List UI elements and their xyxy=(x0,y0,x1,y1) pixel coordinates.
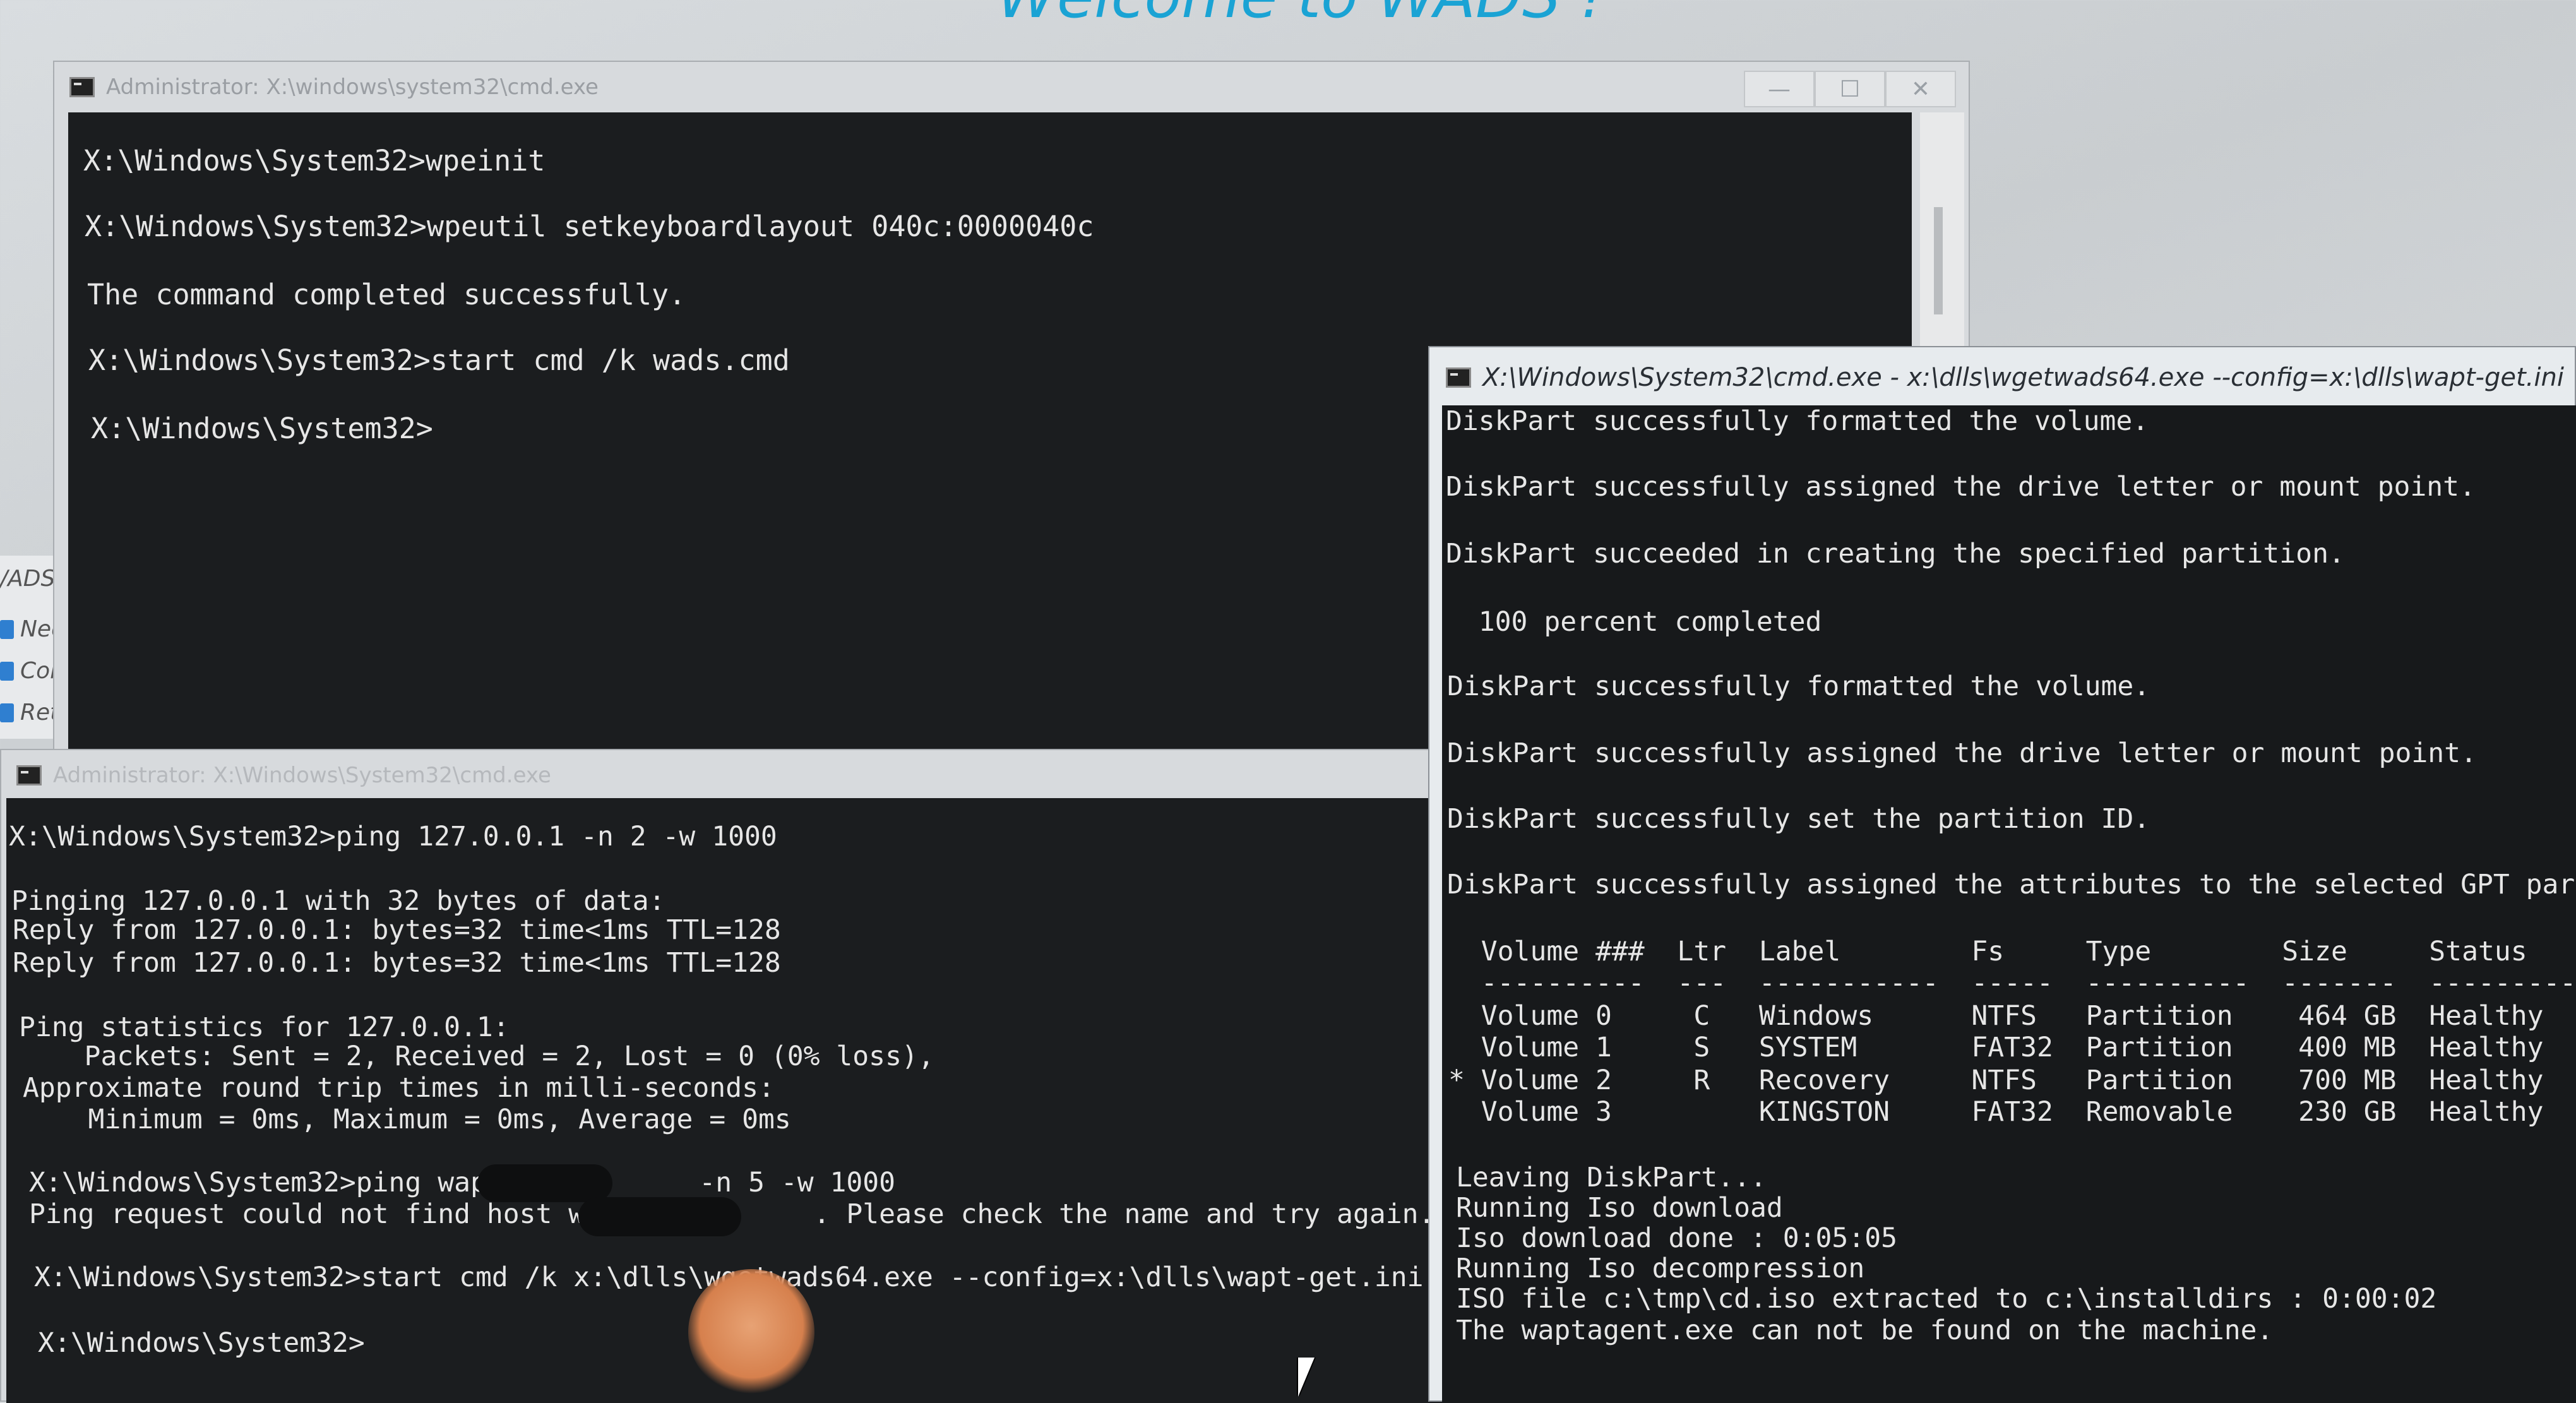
console-line: DiskPart succeeded in creating the speci… xyxy=(1446,538,2345,570)
console-line: The waptagent.exe can not be found on th… xyxy=(1456,1315,2274,1346)
console-line: X:\Windows\System32>wpeinit xyxy=(83,144,546,177)
console-prompt: X:\Windows\System32> xyxy=(91,412,433,445)
volume-table-separator: ---------- --- ----------- ----- -------… xyxy=(1448,967,2576,999)
maximize-button[interactable]: ☐ xyxy=(1815,71,1885,107)
console-line: The command completed successfully. xyxy=(87,278,686,311)
window-title: X:\Windows\System32\cmd.exe - x:\dlls\wg… xyxy=(1482,363,2564,392)
checkbox-checked-icon[interactable] xyxy=(0,661,14,681)
console-line: Iso download done : 0:05:05 xyxy=(1456,1222,1897,1254)
window-title: Administrator: X:\Windows\System32\cmd.e… xyxy=(53,763,551,788)
console-line: Packets: Sent = 2, Received = 2, Lost = … xyxy=(19,1041,934,1072)
console-line: Approximate round trip times in milli-se… xyxy=(23,1072,775,1104)
camera-glare xyxy=(688,1269,814,1395)
console-line: Leaving DiskPart... xyxy=(1456,1162,1767,1193)
console-line: X:\Windows\System32>wpeutil setkeyboardl… xyxy=(85,210,1094,243)
console-prompt: X:\Windows\System32> xyxy=(38,1327,365,1359)
console-line: ISO file c:\tmp\cd.iso extracted to c:\i… xyxy=(1456,1283,2437,1315)
console-line: X:\Windows\System32>start cmd /k wads.cm… xyxy=(88,343,790,377)
window-titlebar[interactable]: Administrator: X:\windows\system32\cmd.e… xyxy=(54,62,1969,112)
minimize-button[interactable]: — xyxy=(1744,71,1815,107)
cmd-app-icon xyxy=(16,765,42,785)
console-line: Running Iso decompression xyxy=(1456,1253,1865,1284)
scrollbar-thumb[interactable] xyxy=(1934,207,1943,314)
window-titlebar[interactable]: X:\Windows\System32\cmd.exe - x:\dlls\wg… xyxy=(1429,347,2575,408)
console-line: DiskPart successfully formatted the volu… xyxy=(1446,405,2149,437)
window-title: Administrator: X:\windows\system32\cmd.e… xyxy=(106,75,599,100)
volume-table-row: Volume 0 C Windows NTFS Partition 464 GB… xyxy=(1448,1000,2544,1032)
console-line: DiskPart successfully assigned the drive… xyxy=(1446,471,2476,503)
console-line: DiskPart successfully assigned the attri… xyxy=(1447,869,2576,900)
window-titlebar[interactable]: Administrator: X:\Windows\System32\cmd.e… xyxy=(1,750,1451,801)
checkbox-checked-icon[interactable] xyxy=(0,619,14,639)
redaction-mark xyxy=(477,1164,612,1202)
volume-table-header: Volume ### Ltr Label Fs Type Size Status… xyxy=(1448,936,2576,967)
close-button[interactable]: ✕ xyxy=(1885,71,1956,107)
cmd-window-diskpart[interactable]: X:\Windows\System32\cmd.exe - x:\dlls\wg… xyxy=(1428,346,2576,1403)
console-line: DiskPart successfully assigned the drive… xyxy=(1447,737,2477,769)
console-line: X:\Windows\System32>ping 127.0.0.1 -n 2 … xyxy=(9,821,777,852)
cmd-app-icon xyxy=(69,77,95,97)
console-line: Running Iso download xyxy=(1456,1192,1783,1224)
console-line: Reply from 127.0.0.1: bytes=32 time<1ms … xyxy=(13,947,781,979)
console-line: Reply from 127.0.0.1: bytes=32 time<1ms … xyxy=(13,914,781,946)
checkbox-checked-icon[interactable] xyxy=(0,703,14,722)
console-output[interactable]: DiskPart successfully formatted the volu… xyxy=(1442,405,2576,1403)
cmd-app-icon xyxy=(1446,367,1471,388)
console-line: 100 percent completed xyxy=(1446,606,1822,638)
console-line: Minimum = 0ms, Maximum = 0ms, Average = … xyxy=(23,1104,791,1135)
window-controls: — ☐ ✕ xyxy=(1744,71,1956,107)
console-line: Pinging 127.0.0.1 with 32 bytes of data: xyxy=(11,885,665,917)
console-line: DiskPart successfully formatted the volu… xyxy=(1447,671,2150,702)
redaction-mark xyxy=(578,1197,741,1236)
volume-table-row: * Volume 2 R Recovery NTFS Partition 700… xyxy=(1448,1065,2576,1096)
console-line: X:\Windows\System32>ping wapt. -n 5 -w 1… xyxy=(29,1167,896,1198)
console-line: DiskPart successfully set the partition … xyxy=(1447,803,2150,835)
welcome-banner: Welcome to WADS ! xyxy=(985,0,1616,32)
mouse-pointer-icon xyxy=(1298,1358,1315,1397)
volume-table-row: Volume 3 KINGSTON FAT32 Removable 230 GB… xyxy=(1448,1096,2544,1128)
volume-table-row: Volume 1 S SYSTEM FAT32 Partition 400 MB… xyxy=(1448,1032,2576,1063)
console-line: Ping statistics for 127.0.0.1: xyxy=(19,1012,510,1043)
